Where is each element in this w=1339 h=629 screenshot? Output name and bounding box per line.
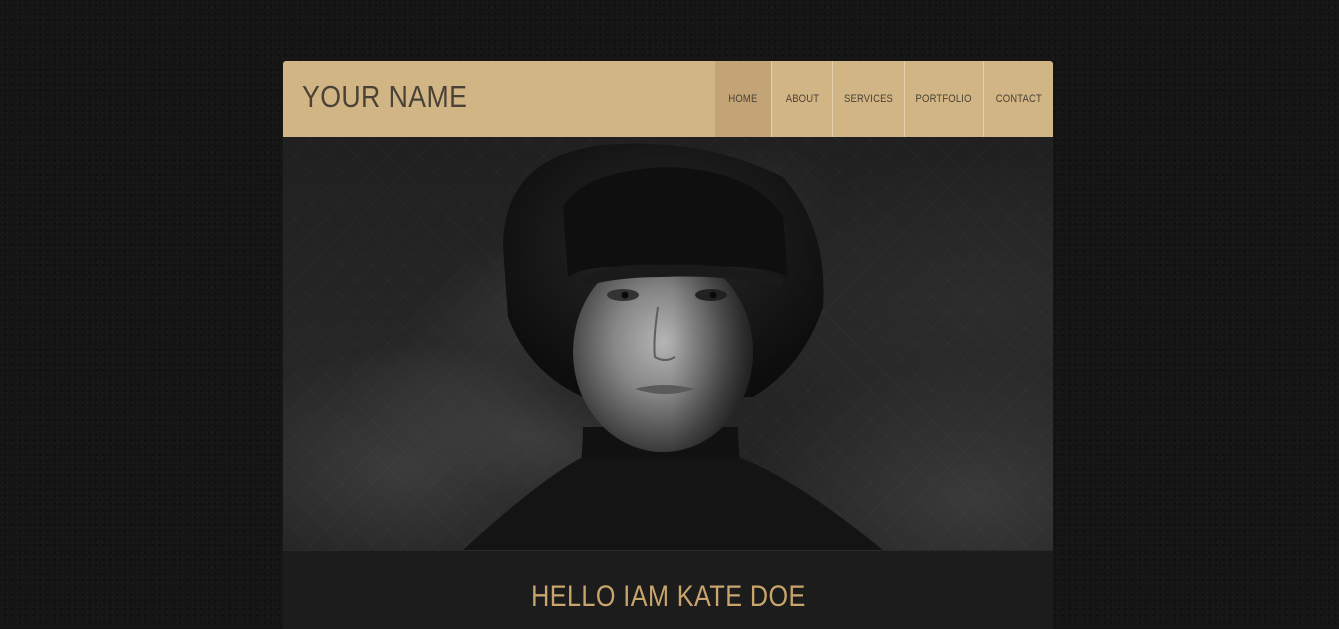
portrait-photo (343, 143, 883, 550)
site-container: YOUR NAME HOME ABOUT SERVICES PORTFOLIO … (283, 61, 1053, 629)
nav-item-about[interactable]: ABOUT (771, 61, 832, 137)
nav-label-portfolio: PORTFOLIO (915, 93, 973, 105)
nav-label-home: HOME (728, 93, 758, 105)
nav-label-contact: CONTACT (995, 93, 1042, 105)
nav-label-services: SERVICES (843, 93, 894, 105)
site-header: YOUR NAME HOME ABOUT SERVICES PORTFOLIO … (283, 61, 1053, 137)
intro-section: HELLO IAM KATE DOE (283, 550, 1053, 629)
nav-label-about: ABOUT (785, 93, 819, 105)
hero-banner (283, 137, 1053, 550)
nav-item-portfolio[interactable]: PORTFOLIO (904, 61, 983, 137)
nav-item-services[interactable]: SERVICES (832, 61, 904, 137)
main-nav: HOME ABOUT SERVICES PORTFOLIO CONTACT (715, 61, 1053, 137)
nav-item-home[interactable]: HOME (715, 61, 771, 137)
site-logo[interactable]: YOUR NAME (302, 78, 467, 116)
intro-heading: HELLO IAM KATE DOE (530, 580, 806, 613)
nav-item-contact[interactable]: CONTACT (983, 61, 1053, 137)
